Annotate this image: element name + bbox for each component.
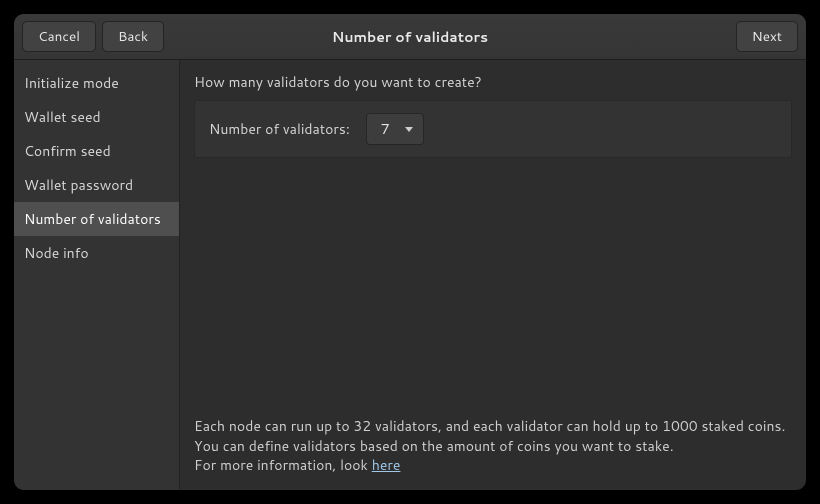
footer-line-1: Each node can run up to 32 validators, a…: [194, 417, 792, 437]
question-text: How many validators do you want to creat…: [194, 72, 792, 92]
titlebar-left-group: Cancel Back: [22, 21, 164, 52]
sidebar-item-node-info[interactable]: Node info: [14, 236, 179, 270]
next-button[interactable]: Next: [736, 21, 798, 52]
validator-count-select[interactable]: 7: [366, 113, 424, 145]
validator-count-panel: Number of validators: 7: [194, 100, 792, 158]
main-content: How many validators do you want to creat…: [180, 60, 806, 490]
wizard-window: Cancel Back Number of validators Next In…: [14, 14, 806, 490]
sidebar: Initialize mode Wallet seed Confirm seed…: [14, 60, 180, 490]
sidebar-item-number-of-validators[interactable]: Number of validators: [14, 202, 179, 236]
footer-info: Each node can run up to 32 validators, a…: [194, 417, 792, 476]
sidebar-item-wallet-seed[interactable]: Wallet seed: [14, 100, 179, 134]
spacer: [194, 158, 792, 417]
more-info-link[interactable]: here: [372, 455, 401, 475]
validator-count-value: 7: [381, 119, 391, 139]
sidebar-item-confirm-seed[interactable]: Confirm seed: [14, 134, 179, 168]
back-button[interactable]: Back: [102, 21, 164, 52]
chevron-down-icon: [405, 127, 413, 132]
sidebar-item-initialize-mode[interactable]: Initialize mode: [14, 66, 179, 100]
titlebar: Cancel Back Number of validators Next: [14, 14, 806, 60]
body: Initialize mode Wallet seed Confirm seed…: [14, 60, 806, 490]
footer-line-2: You can define validators based on the a…: [194, 437, 792, 457]
sidebar-item-wallet-password[interactable]: Wallet password: [14, 168, 179, 202]
validator-count-label: Number of validators:: [209, 119, 350, 139]
cancel-button[interactable]: Cancel: [22, 21, 96, 52]
titlebar-right-group: Next: [736, 21, 798, 52]
footer-line-3: For more information, look here: [194, 456, 792, 476]
footer-line-3-prefix: For more information, look: [194, 455, 372, 475]
